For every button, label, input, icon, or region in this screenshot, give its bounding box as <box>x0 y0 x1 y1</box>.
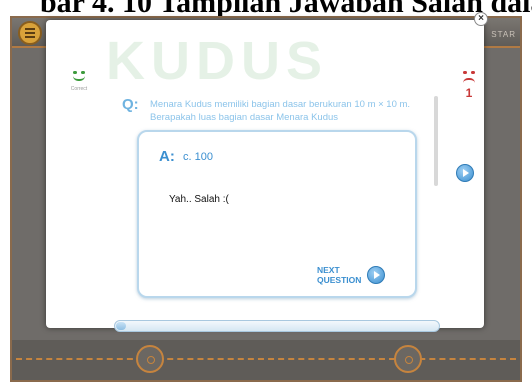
top-right-tag: STAR <box>491 30 516 39</box>
next-label-line2: QUESTION <box>317 275 362 285</box>
next-question-label: NEXT QUESTION <box>317 265 367 285</box>
question-scrollbar[interactable] <box>434 96 438 186</box>
feedback-text: Yah.. Salah :( <box>169 194 229 205</box>
question-letter: Q: <box>122 96 139 113</box>
next-question-button[interactable]: NEXT QUESTION <box>317 262 397 288</box>
happy-face-icon <box>70 70 88 84</box>
menu-icon[interactable] <box>18 21 42 45</box>
answer-value: c. 100 <box>183 151 213 163</box>
correct-label: Correct <box>70 86 88 92</box>
wrong-count: 1 <box>465 86 473 100</box>
medallion-icon <box>136 345 164 373</box>
progress-fill <box>116 322 126 330</box>
next-label-line1: NEXT <box>317 265 340 275</box>
watermark-logo: KUDUS <box>106 31 329 91</box>
play-arrow-icon <box>367 266 385 284</box>
close-icon[interactable]: × <box>474 12 488 26</box>
side-next-button[interactable] <box>456 164 474 182</box>
medallion-icon <box>394 345 422 373</box>
bottom-bar <box>12 340 520 380</box>
wrong-score: 1 <box>456 70 482 100</box>
decorative-divider <box>16 358 516 360</box>
progress-bar <box>114 320 440 332</box>
answer-card: A: c. 100 Yah.. Salah :( NEXT QUESTION <box>137 130 417 298</box>
sad-face-icon <box>460 70 478 84</box>
correct-score: Correct <box>66 70 92 92</box>
question-text: Menara Kudus memiliki bagian dasar beruk… <box>150 99 411 123</box>
answer-letter: A: <box>159 148 175 165</box>
